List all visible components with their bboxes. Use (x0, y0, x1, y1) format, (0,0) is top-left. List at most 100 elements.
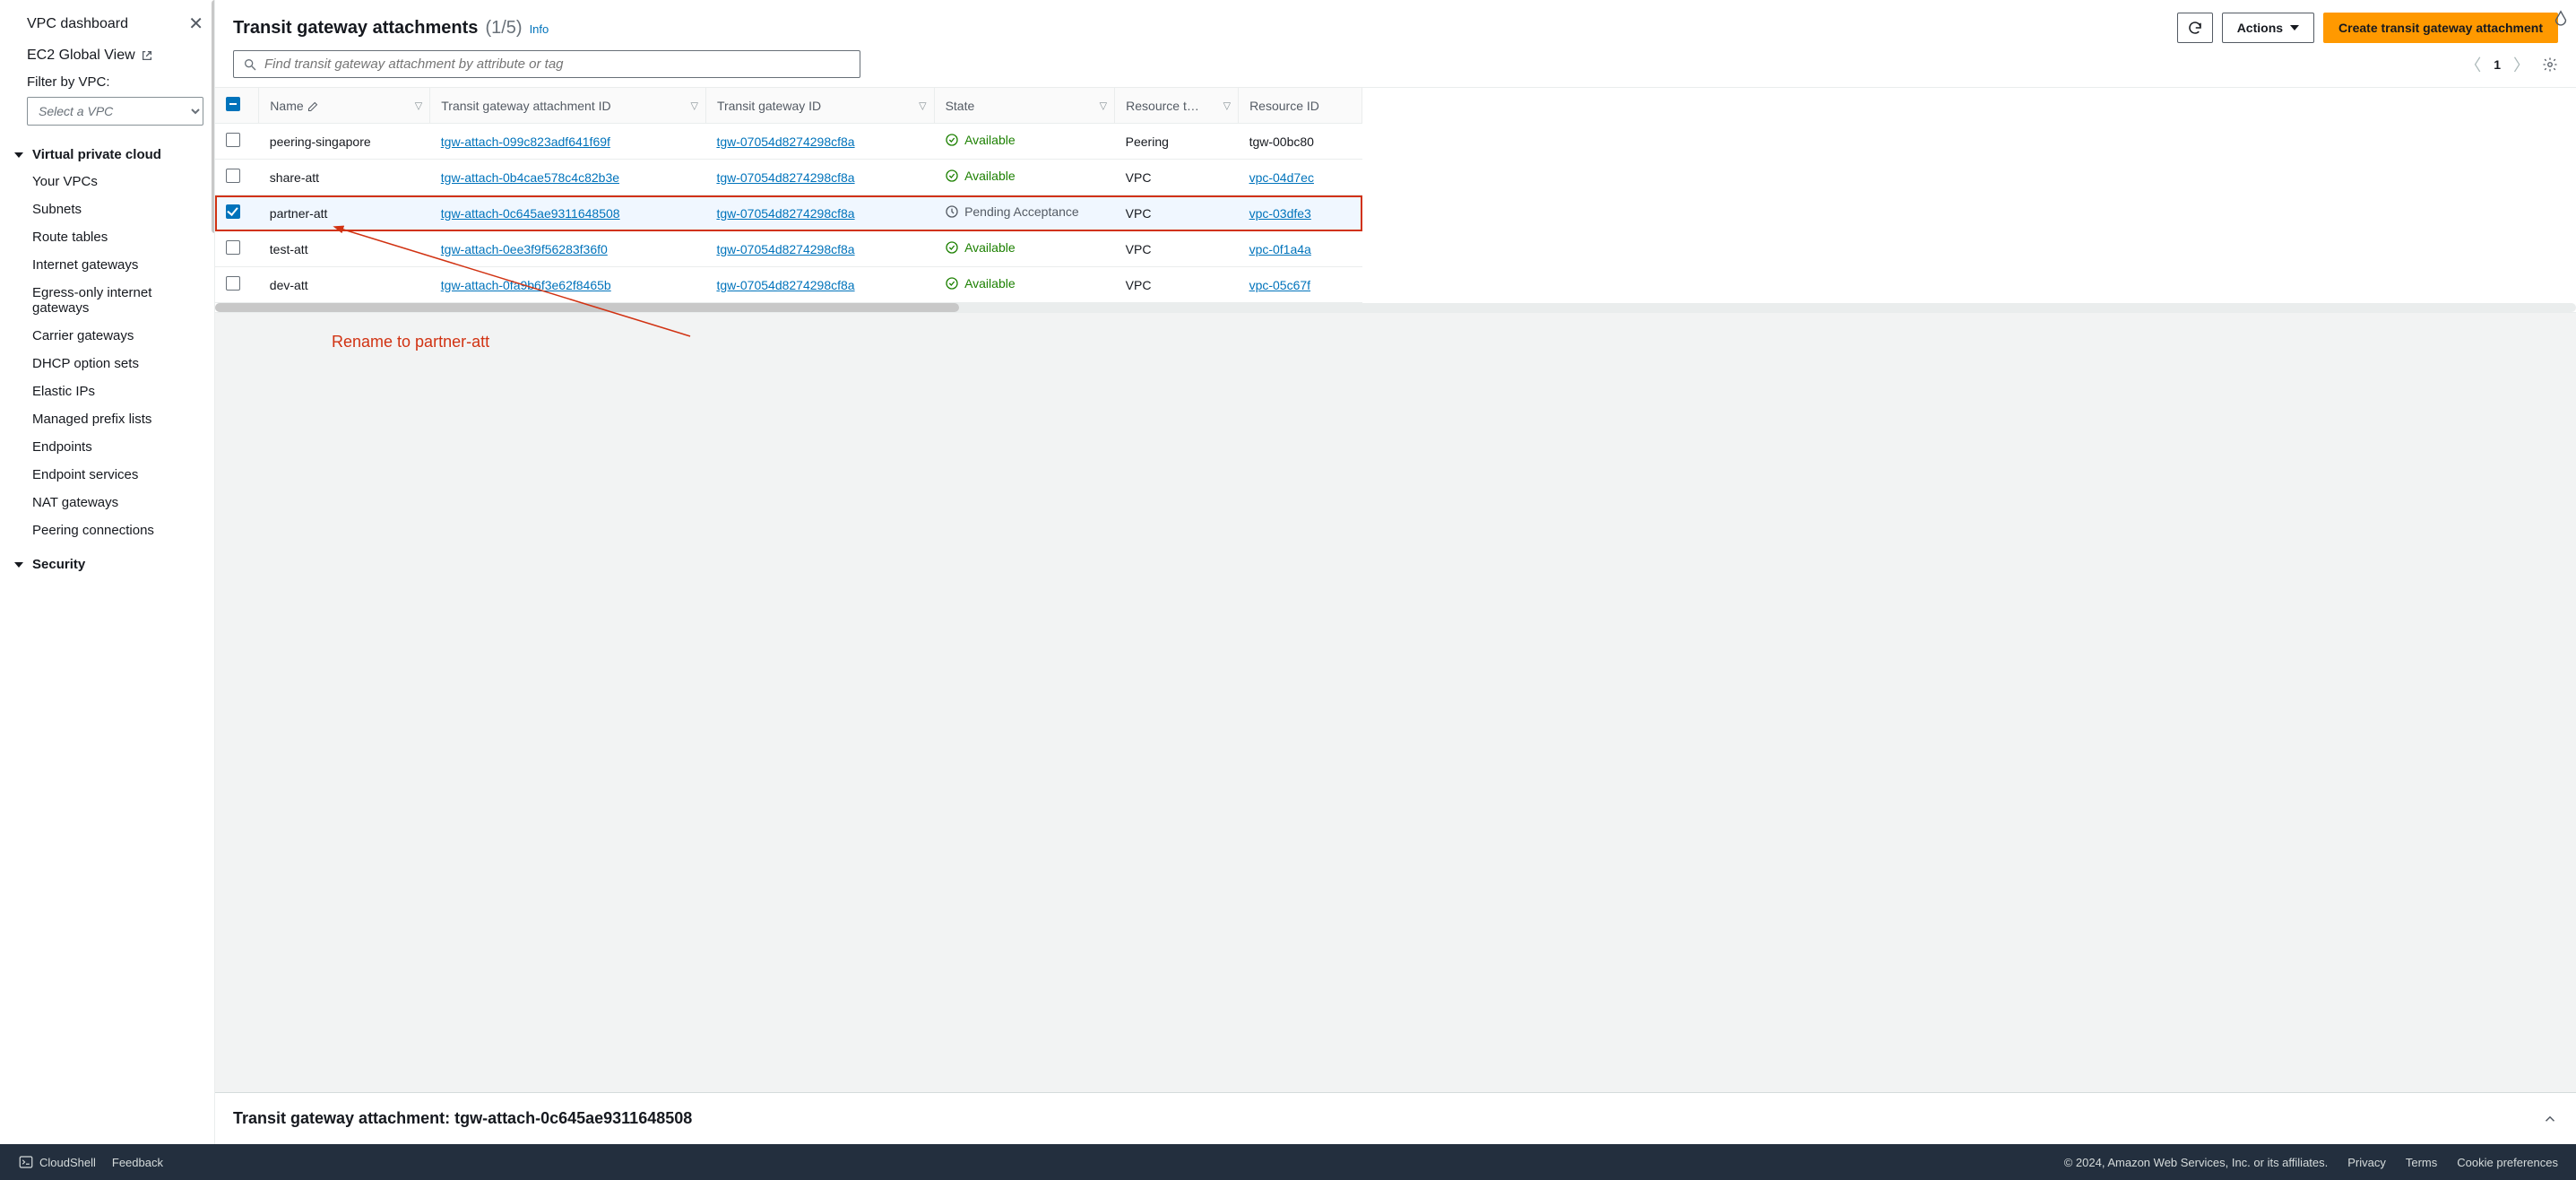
sidebar-item-elastic-ips[interactable]: Elastic IPs (7, 377, 214, 405)
state-badge: Available (945, 169, 1016, 183)
cell-resource-id: tgw-00bc80 (1239, 124, 1362, 160)
refresh-icon (2187, 20, 2203, 36)
sort-icon: ▽ (919, 100, 926, 111)
tgw-id-link[interactable]: tgw-07054d8274298cf8a (716, 170, 854, 185)
row-checkbox[interactable] (226, 169, 240, 183)
terms-link[interactable]: Terms (2406, 1156, 2437, 1169)
sidebar: VPC dashboard ✕ EC2 Global View Filter b… (0, 0, 215, 1144)
table-row[interactable]: share-att tgw-attach-0b4cae578c4c82b3e tgw… (215, 160, 1362, 195)
cookie-preferences-link[interactable]: Cookie preferences (2457, 1156, 2558, 1169)
cell-resource-type: VPC (1115, 267, 1239, 303)
tgw-id-link[interactable]: tgw-07054d8274298cf8a (716, 206, 854, 221)
check-circle-icon (945, 133, 959, 147)
attachment-id-link[interactable]: tgw-attach-0fa9b6f3e62f8465b (441, 278, 611, 292)
tgw-id-link[interactable]: tgw-07054d8274298cf8a (716, 242, 854, 256)
actions-button[interactable]: Actions (2222, 13, 2314, 43)
state-badge: Available (945, 240, 1016, 255)
sidebar-item-internet-gateways[interactable]: Internet gateways (7, 251, 214, 279)
footer: CloudShell Feedback © 2024, Amazon Web S… (0, 1144, 2576, 1180)
table-row[interactable]: partner-att tgw-attach-0c645ae9311648508 t… (215, 195, 1362, 231)
sidebar-global-view-link[interactable]: EC2 Global View (7, 42, 214, 69)
sort-icon: ▽ (1100, 100, 1107, 111)
horizontal-scrollbar[interactable] (215, 303, 2576, 312)
vpc-filter-select[interactable]: Select a VPC (27, 97, 203, 126)
sidebar-item-your-vpcs[interactable]: Your VPCs (7, 168, 214, 195)
page-next-button[interactable]: 〉 (2513, 53, 2529, 76)
collapse-button[interactable] (2542, 1111, 2558, 1127)
sidebar-section-security[interactable]: Security (7, 544, 214, 577)
sidebar-dashboard-link[interactable]: VPC dashboard (27, 16, 128, 32)
help-panel-icon[interactable] (2551, 9, 2571, 29)
attachment-id-link[interactable]: tgw-attach-0ee3f9f56283f36f0 (441, 242, 608, 256)
row-checkbox[interactable] (226, 276, 240, 291)
column-header-tgw-id[interactable]: Transit gateway ID▽ (705, 88, 934, 124)
tgw-id-link[interactable]: tgw-07054d8274298cf8a (716, 134, 854, 149)
sidebar-item-subnets[interactable]: Subnets (7, 195, 214, 223)
sort-icon: ▽ (415, 100, 422, 111)
caret-down-icon (2290, 25, 2299, 30)
cell-resource-id: vpc-05c67f (1239, 267, 1362, 303)
sidebar-item-managed-prefix-lists[interactable]: Managed prefix lists (7, 405, 214, 433)
cloudshell-button[interactable]: CloudShell (18, 1154, 96, 1170)
state-badge: Available (945, 276, 1016, 291)
column-header-resource-id[interactable]: Resource ID (1239, 88, 1362, 124)
table-row[interactable]: peering-singaporetgw-attach-099c823adf64… (215, 124, 1362, 160)
resource-id-link[interactable]: vpc-05c67f (1249, 278, 1310, 292)
annotation-text: Rename to partner-att (332, 333, 489, 351)
cell-resource-type: VPC (1115, 231, 1239, 267)
search-box[interactable] (233, 50, 860, 78)
sidebar-global-view-label: EC2 Global View (27, 48, 135, 64)
cell-name: share-att (259, 160, 430, 195)
column-header-name[interactable]: Name▽ (259, 88, 430, 124)
check-circle-icon (945, 240, 959, 255)
sidebar-item-peering-connections[interactable]: Peering connections (7, 516, 214, 544)
search-icon (243, 57, 257, 72)
create-attachment-button[interactable]: Create transit gateway attachment (2323, 13, 2558, 43)
attachment-id-link[interactable]: tgw-attach-0c645ae9311648508 (441, 206, 620, 221)
page-title: Transit gateway attachments (233, 18, 478, 39)
attachment-id-link[interactable]: tgw-attach-099c823adf641f69f (441, 134, 610, 149)
resource-id-link[interactable]: vpc-0f1a4a (1249, 242, 1311, 256)
select-all-checkbox[interactable] (226, 97, 240, 111)
cell-name: test-att (259, 231, 430, 267)
refresh-button[interactable] (2177, 13, 2213, 43)
empty-area: Rename to partner-att (215, 312, 2576, 1092)
cell-resource-type: VPC (1115, 195, 1239, 231)
search-input[interactable] (264, 56, 851, 72)
row-checkbox[interactable] (226, 133, 240, 147)
caret-down-icon (14, 562, 23, 568)
feedback-link[interactable]: Feedback (112, 1156, 163, 1169)
column-header-attachment-id[interactable]: Transit gateway attachment ID▽ (430, 88, 706, 124)
column-header-state[interactable]: State▽ (934, 88, 1115, 124)
attachment-id-link[interactable]: tgw-attach-0b4cae578c4c82b3e (441, 170, 619, 185)
table-row[interactable]: test-att tgw-attach-0ee3f9f56283f36f0 tgw-… (215, 231, 1362, 267)
sidebar-item-dhcp-option-sets[interactable]: DHCP option sets (7, 350, 214, 377)
resource-id-link[interactable]: vpc-03dfe3 (1249, 206, 1311, 221)
row-checkbox[interactable] (226, 204, 240, 219)
page-prev-button[interactable]: 〈 (2465, 53, 2481, 76)
sort-icon: ▽ (690, 100, 697, 111)
tgw-id-link[interactable]: tgw-07054d8274298cf8a (716, 278, 854, 292)
sidebar-item-nat-gateways[interactable]: NAT gateways (7, 489, 214, 516)
sidebar-item-carrier-gateways[interactable]: Carrier gateways (7, 322, 214, 350)
sidebar-item-endpoints[interactable]: Endpoints (7, 433, 214, 461)
column-header-resource-type[interactable]: Resource t…▽ (1115, 88, 1239, 124)
copyright-text: © 2024, Amazon Web Services, Inc. or its… (2064, 1156, 2329, 1169)
row-checkbox[interactable] (226, 240, 240, 255)
privacy-link[interactable]: Privacy (2347, 1156, 2386, 1169)
check-circle-icon (945, 169, 959, 183)
info-link[interactable]: Info (530, 22, 549, 36)
sidebar-item-route-tables[interactable]: Route tables (7, 223, 214, 251)
sidebar-item-egress-only-internet-gateways[interactable]: Egress-only internet gateways (7, 279, 214, 322)
close-icon[interactable]: ✕ (188, 13, 203, 35)
cell-resource-id: vpc-04d7ec (1239, 160, 1362, 195)
table-row[interactable]: dev-atttgw-attach-0fa9b6f3e62f8465btgw-0… (215, 267, 1362, 303)
page-header: Transit gateway attachments (1/5) Info A… (215, 0, 2576, 50)
sidebar-item-endpoint-services[interactable]: Endpoint services (7, 461, 214, 489)
cell-resource-type: VPC (1115, 160, 1239, 195)
state-badge: Available (945, 133, 1016, 147)
resource-id-link[interactable]: vpc-04d7ec (1249, 170, 1314, 185)
settings-button[interactable] (2542, 56, 2558, 73)
sidebar-section-vpc[interactable]: Virtual private cloud (7, 134, 214, 168)
cell-name: partner-att (259, 195, 430, 231)
